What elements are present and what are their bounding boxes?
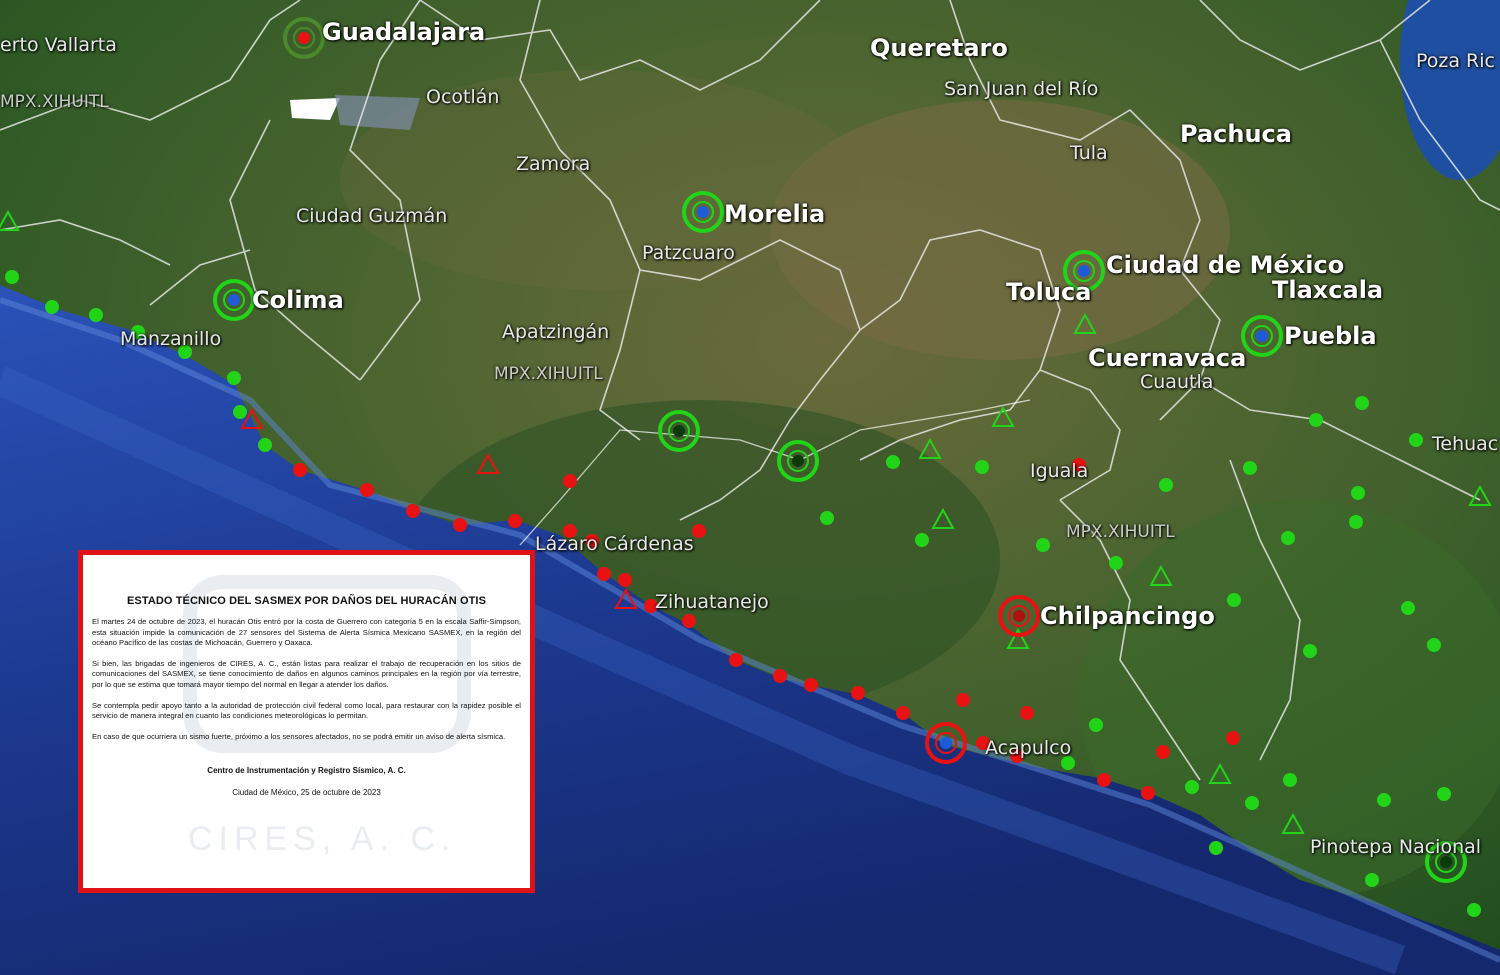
sensor-active-dot (1401, 601, 1415, 615)
sensor-active-dot (820, 511, 834, 525)
sensor-active-dot (1365, 873, 1379, 887)
town-label-iguala: Iguala (1030, 460, 1089, 482)
sensor-active-dot (1349, 515, 1363, 529)
notice-paragraph-2: Si bien, las brigadas de ingenieros de C… (92, 658, 521, 689)
sensor-active-dot (1309, 413, 1323, 427)
city-label-puebla: Puebla (1284, 322, 1377, 350)
sensor-offline-dot (1141, 786, 1155, 800)
city-label-pachuca: Pachuca (1180, 120, 1292, 148)
city-label-colima: Colima (252, 286, 344, 314)
map-view[interactable]: Guadalajara Morelia Colima Queretaro Pachuca… (0, 0, 1500, 975)
sensor-active-dot (1427, 638, 1441, 652)
sensor-offline-dot (851, 686, 865, 700)
notice-paragraph-3: Se contempla pedir apoyo tanto a la auto… (92, 700, 521, 721)
town-label-vallarta: erto Vallarta (0, 34, 117, 56)
town-label-zamora: Zamora (516, 153, 591, 175)
sensor-offline-dot (729, 653, 743, 667)
sensor-offline-dot (1097, 773, 1111, 787)
city-label-toluca: Toluca (1006, 278, 1092, 306)
network-label: MPX.XIHUITL (0, 92, 109, 112)
city-label-morelia: Morelia (724, 200, 826, 228)
sensor-active-dot (89, 308, 103, 322)
sensor-offline-dot (563, 474, 577, 488)
sensor-offline-dot (804, 678, 818, 692)
town-label-pozarica: Poza Ric (1416, 50, 1495, 72)
sensor-offline-dot (956, 693, 970, 707)
sensor-active-dot (915, 533, 929, 547)
sensor-active-dot (1089, 718, 1103, 732)
sensor-offline-dot (453, 518, 467, 532)
sensor-active-dot (1245, 796, 1259, 810)
sensor-active-dot (1227, 593, 1241, 607)
network-label: MPX.XIHUITL (1066, 522, 1175, 542)
sensor-active-dot (886, 455, 900, 469)
city-label-chilpancingo: Chilpancingo (1040, 602, 1215, 630)
sensor-active-dot (1109, 556, 1123, 570)
sensor-active-dot (1303, 644, 1317, 658)
notice-title: ESTADO TÉCNICO DEL SASMEX POR DAÑOS DEL … (126, 595, 487, 607)
town-label-tehuacan: Tehuac (1432, 433, 1499, 455)
town-label-manzanillo: Manzanillo (120, 328, 222, 350)
city-label-cuernavaca: Cuernavaca (1088, 344, 1247, 372)
town-label-zihuatanejo: Zihuatanejo (655, 591, 769, 613)
sensor-offline-dot (406, 504, 420, 518)
sensor-active-dot (1467, 903, 1481, 917)
notice-paragraph-1: El martes 24 de octubre de 2023, el hura… (92, 617, 521, 648)
sensor-active-dot (1185, 780, 1199, 794)
sensor-active-dot (45, 300, 59, 314)
sensor-active-dot (1409, 433, 1423, 447)
sensor-active-dot (1209, 841, 1223, 855)
town-label-sanjuan: San Juan del Río (944, 78, 1099, 100)
sensor-active-dot (1281, 531, 1295, 545)
network-label: MPX.XIHUITL (494, 364, 603, 384)
sensor-offline-dot (692, 524, 706, 538)
sensor-offline-dot (682, 614, 696, 628)
notice-date: Ciudad de México, 25 de octubre de 2023 (232, 788, 381, 798)
sensor-active-dot (1036, 538, 1050, 552)
town-label-lazaro: Lázaro Cárdenas (535, 533, 694, 555)
town-label-patzcuaro: Patzcuaro (642, 242, 735, 264)
sensor-offline-dot (1226, 731, 1240, 745)
town-label-guzman: Ciudad Guzmán (296, 205, 448, 227)
sensor-offline-dot (1156, 745, 1170, 759)
sensor-active-dot (5, 270, 19, 284)
sensor-offline-dot (360, 483, 374, 497)
city-label-queretaro: Queretaro (870, 34, 1008, 62)
sensor-offline-dot (597, 567, 611, 581)
lake-chapala (335, 95, 420, 130)
town-label-acapulco: Acapulco (985, 737, 1072, 759)
town-label-apatzingan: Apatzingán (502, 321, 610, 343)
sensor-active-dot (1377, 793, 1391, 807)
sensor-active-dot (975, 460, 989, 474)
sensor-active-dot (1159, 478, 1173, 492)
sensor-active-dot (1283, 773, 1297, 787)
sensor-offline-dot (1020, 706, 1034, 720)
sensor-active-dot (233, 405, 247, 419)
sensor-active-dot (1351, 486, 1365, 500)
sensor-offline-dot (896, 706, 910, 720)
town-label-cuautla: Cuautla (1140, 371, 1214, 393)
town-label-ocotlan: Ocotlán (426, 86, 500, 108)
cires-watermark-text: CIRES, A. C. (188, 820, 457, 858)
notice-signature: Centro de Instrumentación y Registro Sís… (207, 766, 406, 776)
sensor-offline-dot (618, 573, 632, 587)
town-label-tula: Tula (1070, 142, 1108, 164)
sensor-offline-dot (773, 669, 787, 683)
sensor-active-dot (1355, 396, 1369, 410)
sensor-offline-dot (293, 463, 307, 477)
notice-document: CIRES, A. C. ESTADO TÉCNICO DEL SASMEX P… (78, 550, 535, 893)
sensor-active-dot (1243, 461, 1257, 475)
city-label-cdmx: Ciudad de México (1106, 251, 1345, 279)
city-label-guadalajara: Guadalajara (322, 18, 486, 46)
sensor-active-dot (258, 438, 272, 452)
town-label-pinotepa: Pinotepa Nacional (1310, 836, 1482, 858)
city-label-tlaxcala: Tlaxcala (1272, 276, 1384, 304)
sensor-active-dot (227, 371, 241, 385)
sensor-active-dot (1437, 787, 1451, 801)
sensor-offline-dot (508, 514, 522, 528)
notice-paragraph-4: En caso de que ocurriera un sismo fuerte… (92, 731, 506, 741)
